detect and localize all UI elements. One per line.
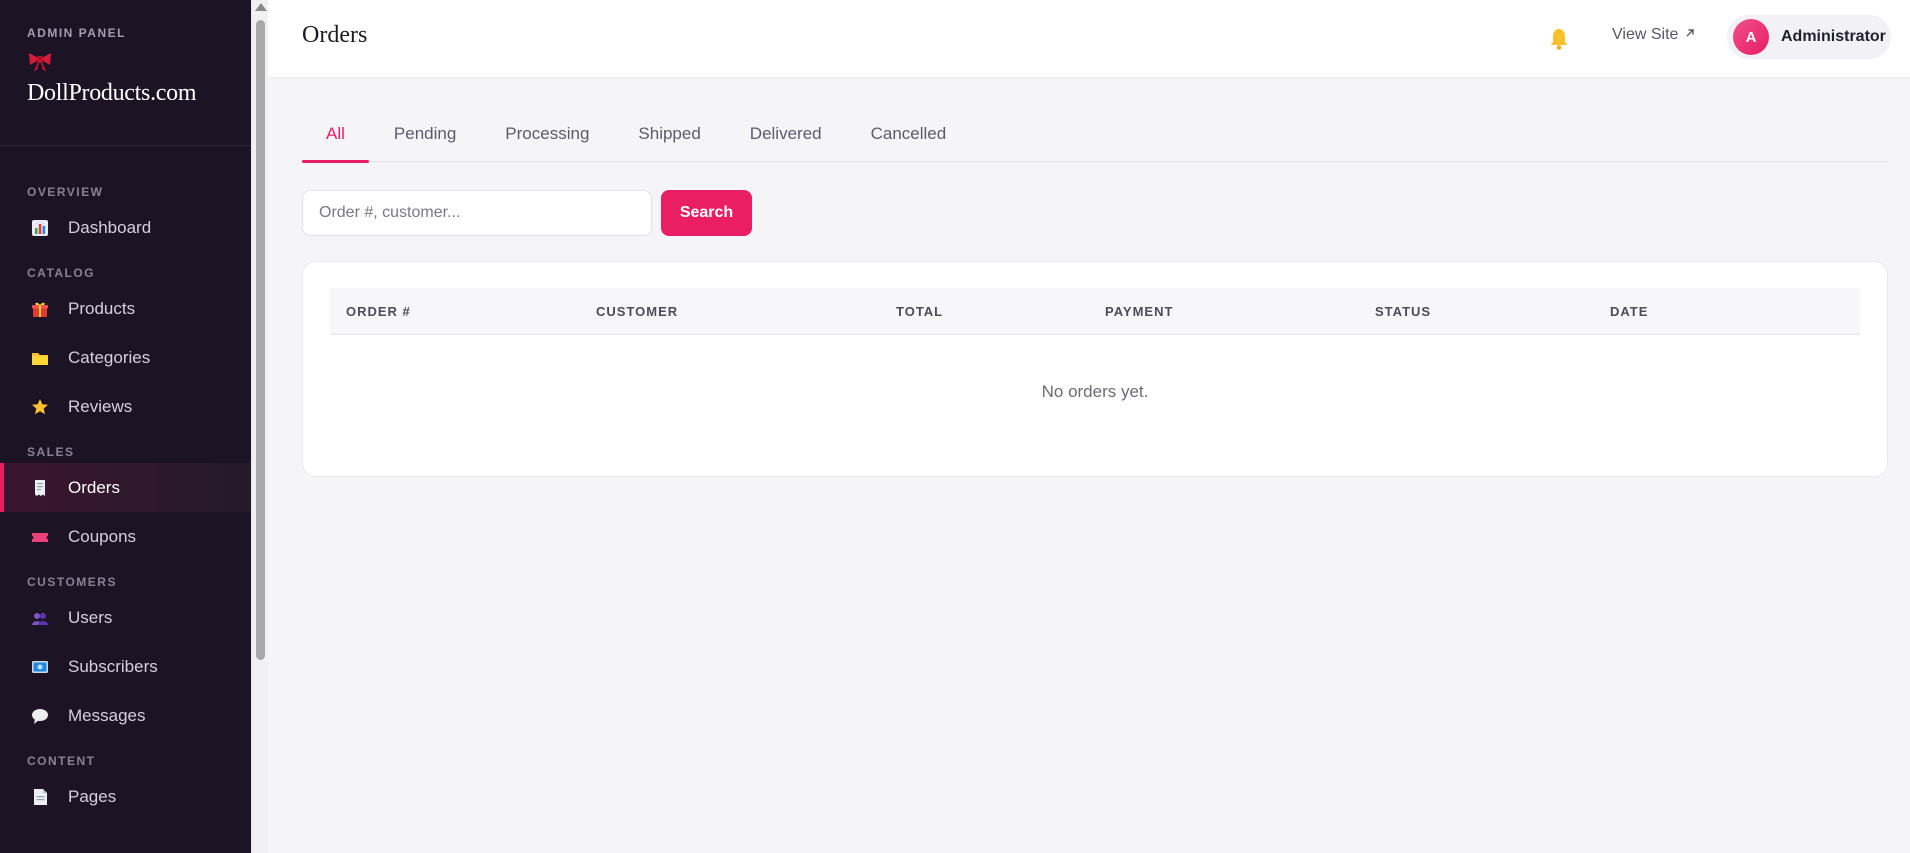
sidebar-item-coupons[interactable]: Coupons bbox=[0, 512, 251, 561]
empty-state-message: No orders yet. bbox=[1041, 382, 1149, 401]
tab-cancelled[interactable]: Cancelled bbox=[871, 116, 947, 162]
sidebar-item-label: Dashboard bbox=[68, 217, 152, 237]
avatar: A bbox=[1733, 19, 1769, 55]
sidebar-item-products[interactable]: Products bbox=[0, 284, 251, 333]
tab-pending[interactable]: Pending bbox=[394, 116, 456, 162]
sidebar-item-categories[interactable]: Categories bbox=[0, 333, 251, 382]
brand-name[interactable]: DollProducts.com bbox=[27, 80, 224, 107]
sidebar-item-label: Coupons bbox=[68, 526, 137, 546]
sidebar-item-pages[interactable]: Pages bbox=[0, 772, 251, 821]
sidebar-scrollbar[interactable] bbox=[251, 0, 268, 853]
nav-section-overview: OVERVIEW bbox=[27, 185, 104, 199]
tab-delivered[interactable]: Delivered bbox=[750, 116, 822, 162]
column-payment[interactable]: PAYMENT bbox=[1105, 304, 1173, 319]
page-icon bbox=[30, 787, 50, 807]
receipt-icon bbox=[30, 478, 50, 498]
tab-processing[interactable]: Processing bbox=[505, 116, 589, 162]
external-link-icon bbox=[1684, 26, 1696, 44]
sidebar-item-subscribers[interactable]: Subscribers bbox=[0, 642, 251, 691]
search-row: Search bbox=[302, 190, 1888, 236]
nav-section-sales: SALES bbox=[27, 445, 75, 459]
sidebar-item-label: Pages bbox=[68, 786, 117, 806]
scroll-up-arrow[interactable] bbox=[255, 3, 267, 11]
user-menu[interactable]: A Administrator bbox=[1727, 15, 1891, 59]
view-site-link[interactable]: View Site bbox=[1612, 26, 1696, 44]
sidebar-item-label: Orders bbox=[68, 477, 120, 497]
bell-icon[interactable] bbox=[1548, 27, 1570, 51]
sidebar-item-reviews[interactable]: Reviews bbox=[0, 382, 251, 431]
sidebar-item-dashboard[interactable]: Dashboard bbox=[0, 203, 251, 252]
sidebar: ADMIN PANEL DollProducts.com OVERVIEW Da… bbox=[0, 0, 251, 853]
search-button[interactable]: Search bbox=[661, 190, 752, 236]
ticket-icon bbox=[30, 527, 50, 547]
nav-section-catalog: CATALOG bbox=[27, 266, 96, 280]
sidebar-item-label: Subscribers bbox=[68, 656, 158, 676]
column-date[interactable]: DATE bbox=[1610, 304, 1648, 319]
orders-table-card: ORDER # CUSTOMER TOTAL PAYMENT STATUS DA… bbox=[302, 261, 1888, 477]
nav-section-content: CONTENT bbox=[27, 754, 96, 768]
sidebar-item-label: Users bbox=[68, 607, 113, 627]
topbar: Orders View Site A Administrator bbox=[268, 0, 1910, 78]
users-icon bbox=[30, 608, 50, 628]
sidebar-item-label: Reviews bbox=[68, 396, 133, 416]
star-icon bbox=[30, 397, 50, 417]
order-status-tabs: All Pending Processing Shipped Delivered… bbox=[302, 116, 1888, 163]
page-title: Orders bbox=[302, 22, 368, 48]
chat-icon bbox=[30, 706, 50, 726]
gift-icon bbox=[30, 299, 50, 319]
scroll-thumb[interactable] bbox=[256, 20, 265, 660]
folder-icon bbox=[30, 348, 50, 368]
table-header: ORDER # CUSTOMER TOTAL PAYMENT STATUS DA… bbox=[330, 288, 1860, 335]
column-order-number[interactable]: ORDER # bbox=[346, 304, 411, 319]
tab-all[interactable]: All bbox=[302, 116, 369, 163]
sidebar-item-messages[interactable]: Messages bbox=[0, 691, 251, 740]
main-content: All Pending Processing Shipped Delivered… bbox=[302, 78, 1888, 477]
column-customer[interactable]: CUSTOMER bbox=[596, 304, 678, 319]
mail-icon bbox=[30, 657, 50, 677]
view-site-label: View Site bbox=[1612, 26, 1679, 43]
user-name: Administrator bbox=[1781, 28, 1886, 45]
chart-icon bbox=[30, 218, 50, 238]
column-status[interactable]: STATUS bbox=[1375, 304, 1431, 319]
nav-section-customers: CUSTOMERS bbox=[27, 575, 117, 589]
sidebar-item-orders[interactable]: Orders bbox=[0, 463, 251, 512]
sidebar-item-label: Products bbox=[68, 298, 136, 318]
search-input[interactable] bbox=[302, 190, 652, 236]
tab-shipped[interactable]: Shipped bbox=[638, 116, 700, 162]
sidebar-item-label: Categories bbox=[68, 347, 151, 367]
sidebar-item-users[interactable]: Users bbox=[0, 593, 251, 642]
bow-icon bbox=[27, 50, 53, 72]
sidebar-item-label: Messages bbox=[68, 705, 146, 725]
brand: ADMIN PANEL DollProducts.com bbox=[0, 0, 251, 146]
column-total[interactable]: TOTAL bbox=[896, 304, 943, 319]
admin-panel-label: ADMIN PANEL bbox=[27, 26, 126, 40]
